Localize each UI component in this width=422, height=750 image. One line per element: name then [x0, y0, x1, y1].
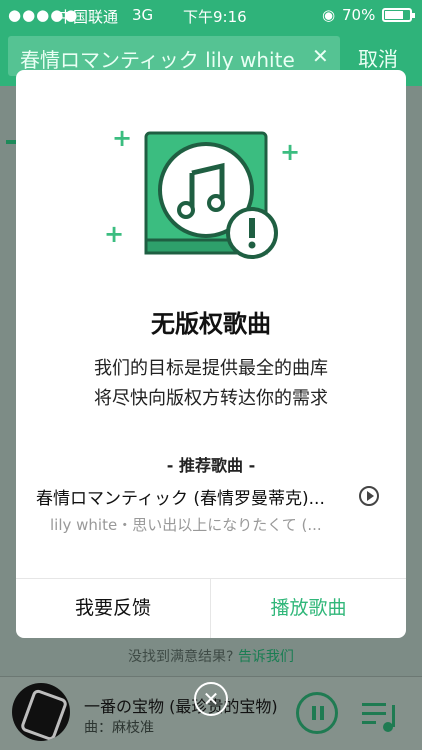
recommended-song-subtitle: lily white・思い出以上になりたくて (...	[50, 516, 322, 534]
album-art[interactable]	[12, 683, 70, 741]
playlist-icon[interactable]	[360, 697, 400, 733]
network-type: 3G	[132, 6, 154, 24]
no-result-hint: 没找到满意结果? 告诉我们	[0, 646, 422, 666]
feedback-button[interactable]: 我要反馈	[16, 578, 210, 638]
music-disc-warning-icon	[144, 131, 278, 259]
cancel-button[interactable]: 取消	[358, 43, 398, 72]
battery-icon	[382, 8, 415, 22]
tell-us-link[interactable]: 告诉我们	[238, 649, 294, 665]
player-artist: 曲：麻枝准	[84, 720, 154, 736]
play-song-button[interactable]: 播放歌曲	[211, 578, 406, 638]
rotation-lock-icon: ◉	[322, 6, 336, 24]
recommended-play-icon[interactable]	[359, 486, 379, 506]
dialog-title: 无版权歌曲	[151, 310, 271, 338]
status-bar: ●●●●● 中国联通 3G 下午9:16 ◉ 70%	[0, 0, 422, 30]
battery-percent: 70%	[342, 6, 376, 24]
dialog-message-line1: 我们的目标是提供最全的曲库	[94, 358, 328, 379]
clock: 下午9:16	[183, 8, 247, 26]
no-copyright-dialog: + + + 无版权歌曲 我们的目标是提供最全的曲库 将尽快向版权方转达你的需求 …	[16, 70, 406, 638]
recommended-song-title[interactable]: 春情ロマンティック (春情罗曼蒂克)...	[36, 484, 356, 509]
player-song-title: 一番の宝物 (最珍贵的宝物)	[84, 697, 278, 716]
recommend-heading: - 推荐歌曲 -	[166, 456, 256, 475]
clear-search-icon[interactable]: ✕	[312, 44, 329, 68]
carrier-label: 中国联通	[58, 8, 119, 26]
dialog-message-line2: 将尽快向版权方转达你的需求	[94, 388, 328, 409]
pause-button[interactable]	[296, 692, 338, 734]
no-result-text: 没找到满意结果?	[128, 649, 234, 665]
close-dialog-icon[interactable]: ✕	[194, 682, 228, 716]
